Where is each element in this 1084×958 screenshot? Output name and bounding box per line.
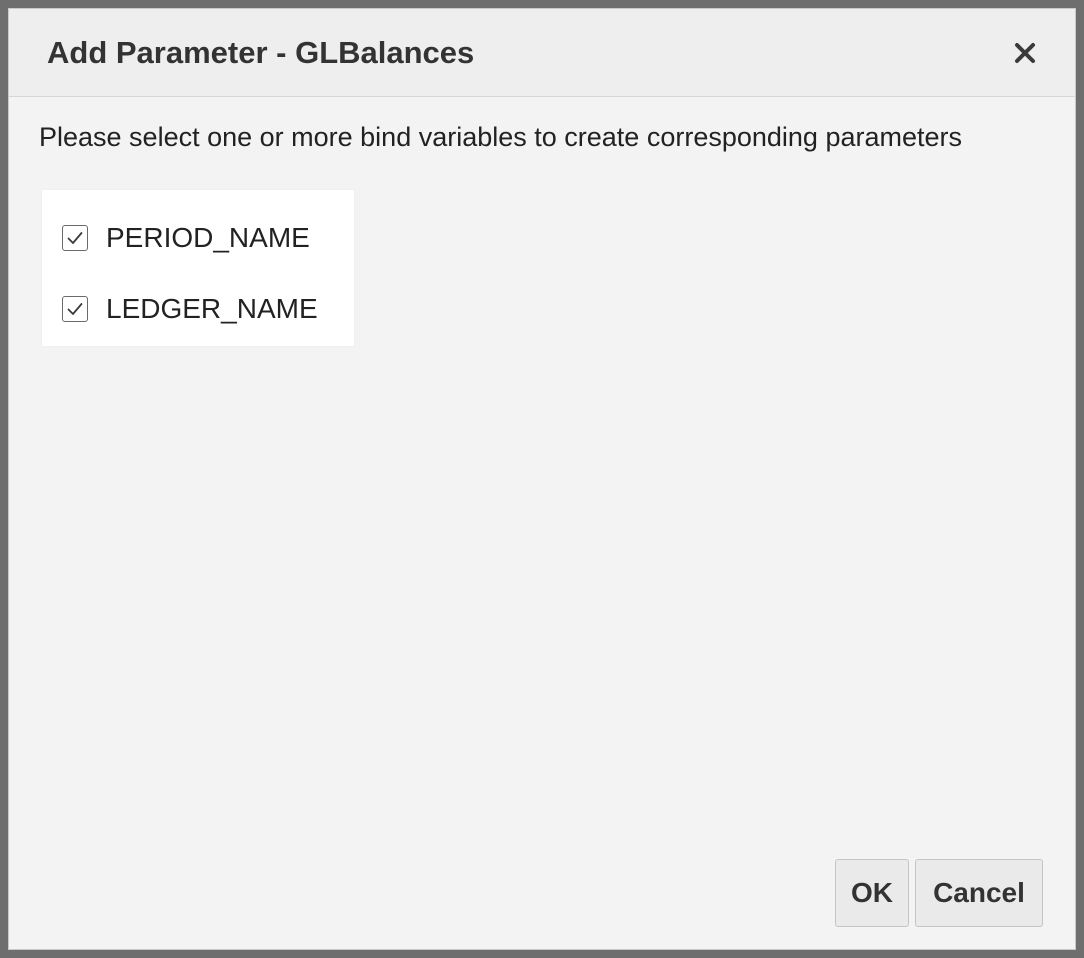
dialog-header: Add Parameter - GLBalances <box>9 9 1075 97</box>
cancel-button[interactable]: Cancel <box>915 859 1043 927</box>
dialog-title: Add Parameter - GLBalances <box>47 35 475 70</box>
checkmark-icon <box>67 232 83 244</box>
ledger-name-label: LEDGER_NAME <box>106 293 318 324</box>
ok-button[interactable]: OK <box>835 859 909 927</box>
instructions-text: Please select one or more bind variables… <box>39 122 962 152</box>
ledger-name-checkbox[interactable] <box>62 296 88 322</box>
bind-variable-item-period-name[interactable]: PERIOD_NAME <box>62 218 310 258</box>
close-button[interactable] <box>1005 33 1045 73</box>
add-parameter-dialog: Add Parameter - GLBalances Please select… <box>8 8 1076 950</box>
checkmark-icon <box>67 303 83 315</box>
bind-variable-item-ledger-name[interactable]: LEDGER_NAME <box>62 289 318 329</box>
period-name-checkbox[interactable] <box>62 225 88 251</box>
close-icon <box>1015 43 1035 63</box>
period-name-label: PERIOD_NAME <box>106 222 310 253</box>
bind-variable-list: PERIOD_NAME LEDGER_NAME <box>41 189 355 347</box>
